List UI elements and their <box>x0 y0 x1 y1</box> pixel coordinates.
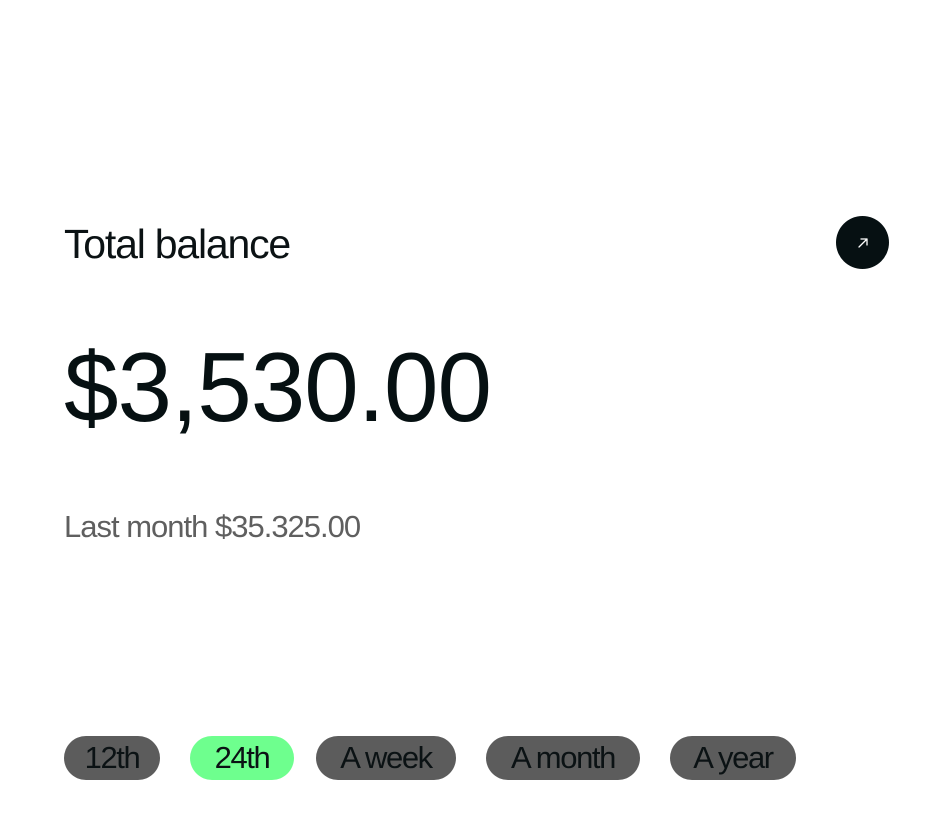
period-chip-year[interactable]: A year <box>670 736 796 780</box>
period-chip-month[interactable]: A month <box>486 736 640 780</box>
last-month-balance: Last month $35.325.00 <box>64 509 361 544</box>
arrow-up-right-icon <box>856 236 870 250</box>
balance-amount: $3,530.00 <box>64 332 492 442</box>
open-balance-button[interactable] <box>836 216 889 269</box>
period-chip-week[interactable]: A week <box>316 736 456 780</box>
period-chip-24th[interactable]: 24th <box>190 736 294 780</box>
total-balance-title: Total balance <box>64 221 291 267</box>
period-chip-12th[interactable]: 12th <box>64 736 160 780</box>
